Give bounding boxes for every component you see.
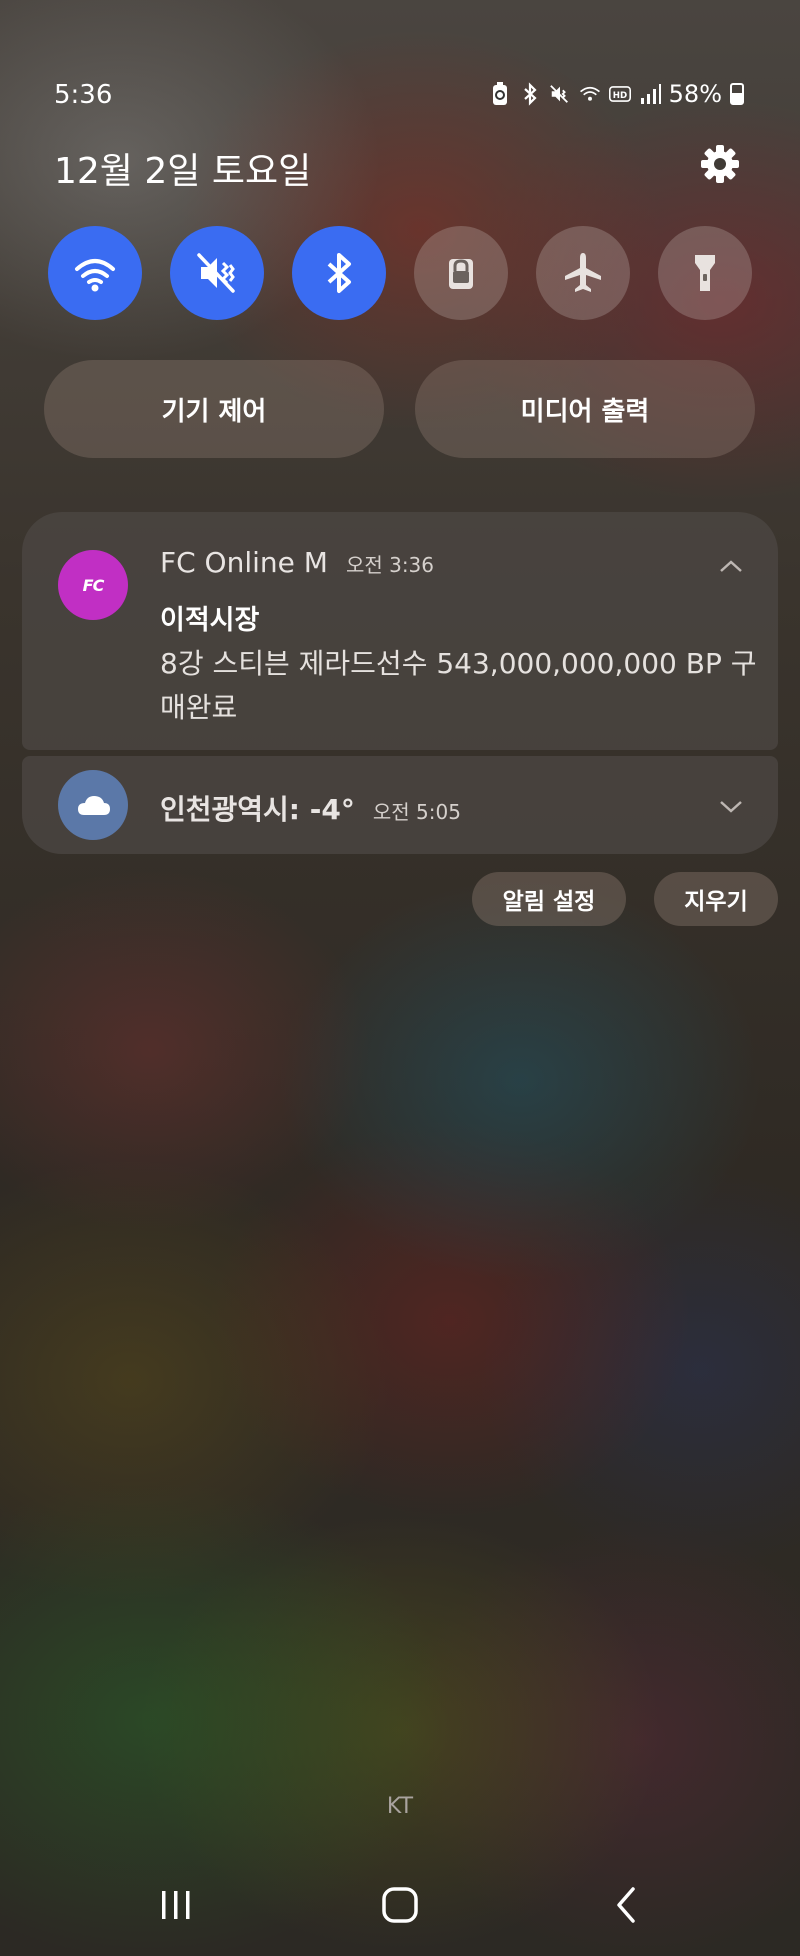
device-control-button[interactable]: 기기 제어	[44, 360, 384, 458]
home-icon[interactable]	[370, 1880, 430, 1930]
wifi-toggle[interactable]	[48, 226, 142, 320]
notification-title: 이적시장	[160, 605, 260, 636]
flashlight-icon	[695, 255, 715, 291]
sound-toggle[interactable]	[170, 226, 264, 320]
mute-icon	[197, 253, 235, 293]
media-output-button[interactable]: 미디어 출력	[415, 360, 755, 458]
date: 12월 2일 토요일	[54, 151, 312, 192]
notification-settings-button[interactable]: 알림 설정	[472, 872, 626, 926]
airplane-toggle[interactable]	[536, 226, 630, 320]
lock-toggle[interactable]	[414, 226, 508, 320]
notification-header: 인천광역시: -4° 오전 5:05	[160, 788, 461, 828]
cloud-icon	[78, 796, 110, 815]
vibrate-mute-icon	[549, 81, 571, 107]
battery-icon	[730, 83, 744, 105]
chevron-down-icon[interactable]	[718, 798, 744, 814]
chevron-up-icon[interactable]	[718, 558, 744, 574]
notification-body: 8강 스티븐 제라드선수 543,000,000,000 BP 구매완료	[160, 647, 757, 724]
bluetooth-icon	[519, 81, 541, 107]
navigation-bar	[0, 1880, 800, 1930]
weather-title: 인천광역시: -4°	[160, 793, 355, 826]
notification-header: FC Online M 오전 3:36	[160, 546, 434, 579]
battery-percent: 58%	[668, 80, 722, 108]
flashlight-toggle[interactable]	[658, 226, 752, 320]
signal-icon	[639, 81, 661, 107]
lock-icon	[449, 259, 473, 289]
notification-weather[interactable]: 인천광역시: -4° 오전 5:05	[22, 756, 778, 854]
wifi-icon	[75, 259, 115, 292]
hd-voice-icon: HD	[608, 81, 631, 107]
carrier-label: KT	[386, 1794, 414, 1819]
settings-gear-icon[interactable]	[698, 142, 742, 186]
recent-apps-icon[interactable]	[146, 1880, 206, 1930]
wifi-icon	[579, 81, 601, 107]
notification-app-name: FC Online M	[160, 546, 328, 579]
status-time: 5:36	[54, 80, 113, 110]
notification-fc-online[interactable]: FC FC Online M 오전 3:36 이적시장 8강 스티븐 제라드선수…	[22, 512, 778, 750]
battery-saver-icon	[489, 81, 511, 107]
notification-time: 오전 5:05	[372, 800, 461, 824]
weather-app-icon	[58, 770, 128, 840]
svg-text:HD: HD	[612, 91, 626, 101]
airplane-icon	[565, 253, 601, 292]
bluetooth-toggle[interactable]	[292, 226, 386, 320]
quick-toggles	[48, 226, 754, 320]
fc-online-app-icon: FC	[58, 550, 128, 620]
notification-time: 오전 3:36	[345, 553, 435, 577]
status-icons: HD 58%	[489, 80, 744, 108]
back-icon[interactable]	[596, 1880, 656, 1930]
bluetooth-icon	[327, 253, 351, 293]
clear-button[interactable]: 지우기	[654, 872, 778, 926]
